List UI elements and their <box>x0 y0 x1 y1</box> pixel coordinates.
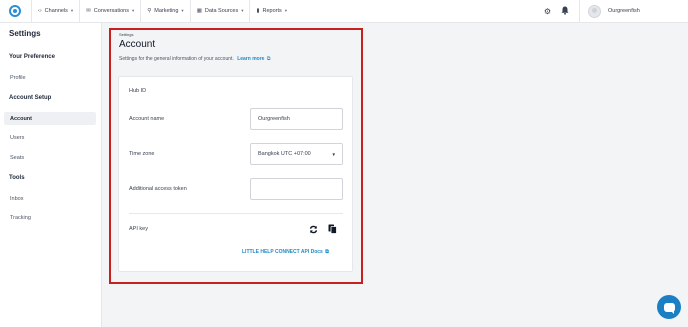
gear-icon[interactable]: ⚙ <box>544 7 551 16</box>
sidebar-title: Settings <box>9 29 41 38</box>
bar-chart-icon: ▮ <box>256 8 260 14</box>
nav-data-sources[interactable]: ▦ Data Sources ▾ <box>189 0 250 23</box>
time-zone-label: Time zone <box>129 151 155 157</box>
api-docs-link[interactable]: LITTLE HELP CONNECT API Docs ⧉ <box>242 249 329 255</box>
caret-down-icon: ▼ <box>331 152 336 157</box>
grid-icon: ▦ <box>196 8 202 14</box>
subtitle-text: Settings for the general information of … <box>119 56 234 62</box>
sidebar-item-inbox[interactable]: Inbox <box>4 192 96 205</box>
nav-conversations[interactable]: ✉ Conversations ▾ <box>79 0 140 23</box>
account-settings-card: Hub ID Account name Ourgreenfish Time zo… <box>118 76 353 272</box>
nav-channels[interactable]: ‹› Channels ▾ <box>31 0 79 23</box>
account-name-input[interactable]: Ourgreenfish <box>250 108 343 130</box>
nav-marketing[interactable]: ⚲ Marketing ▾ <box>140 0 189 23</box>
time-zone-value: Bangkok UTC +07:00 <box>258 151 311 157</box>
chat-support-button[interactable] <box>657 295 681 319</box>
code-icon: ‹› <box>38 8 42 14</box>
top-right-controls: ⚙ Ourgreenfish <box>544 0 688 23</box>
account-name-label: Account name <box>129 116 165 122</box>
api-docs-link-text: LITTLE HELP CONNECT API Docs <box>242 249 323 255</box>
external-link-icon: ⧉ <box>266 56 271 62</box>
learn-more-link[interactable]: Learn more <box>237 56 264 62</box>
page-title: Account <box>119 39 156 50</box>
settings-sidebar: Settings Your Preference Profile Account… <box>0 23 102 327</box>
sidebar-heading-your-preference: Your Preference <box>9 54 55 60</box>
chevron-down-icon: ▾ <box>284 8 288 13</box>
access-token-input[interactable] <box>250 178 343 200</box>
access-token-label: Additional access token <box>129 186 187 192</box>
user-name: Ourgreenfish <box>608 8 640 14</box>
time-zone-select[interactable]: Bangkok UTC +07:00 ▼ <box>250 143 343 165</box>
chat-bubble-icon <box>663 302 675 314</box>
bell-icon[interactable] <box>561 6 569 17</box>
chevron-down-icon: ▾ <box>241 8 244 13</box>
breadcrumb: Settings <box>119 32 134 37</box>
top-navigation-bar: ‹› Channels ▾ ✉ Conversations ▾ ⚲ Market… <box>0 0 688 23</box>
antenna-icon: ⚲ <box>147 8 152 14</box>
sidebar-item-profile[interactable]: Profile <box>4 71 96 84</box>
hub-id-label: Hub ID <box>129 88 147 94</box>
external-link-icon: ⧉ <box>325 249 329 255</box>
nav-marketing-label: Marketing <box>154 8 179 14</box>
nav-conversations-label: Conversations <box>93 8 129 14</box>
nav-channels-label: Channels <box>44 8 68 14</box>
sidebar-item-users[interactable]: Users <box>4 131 96 144</box>
divider <box>129 213 343 214</box>
chevron-down-icon: ▾ <box>131 8 135 13</box>
chevron-down-icon: ▾ <box>70 8 74 13</box>
chat-icon: ✉ <box>86 8 91 14</box>
nav-reports-label: Reports <box>262 8 282 14</box>
user-profile-menu[interactable]: Ourgreenfish <box>579 0 688 23</box>
chevron-down-icon: ▾ <box>181 8 184 13</box>
app-logo[interactable] <box>9 5 21 17</box>
sidebar-item-seats[interactable]: Seats <box>4 151 96 164</box>
refresh-icon[interactable] <box>308 224 318 234</box>
account-name-value: Ourgreenfish <box>258 116 290 122</box>
sidebar-heading-tools: Tools <box>9 175 25 181</box>
nav-reports[interactable]: ▮ Reports ▾ <box>249 0 293 23</box>
api-key-label: API key <box>129 226 148 232</box>
page-subtitle: Settings for the general information of … <box>119 56 270 62</box>
sidebar-item-tracking[interactable]: Tracking <box>4 211 96 224</box>
avatar <box>588 4 601 18</box>
sidebar-heading-account-setup: Account Setup <box>9 95 52 101</box>
nav-data-sources-label: Data Sources <box>204 8 239 14</box>
sidebar-item-account[interactable]: Account <box>4 112 96 125</box>
copy-icon[interactable] <box>327 224 337 234</box>
